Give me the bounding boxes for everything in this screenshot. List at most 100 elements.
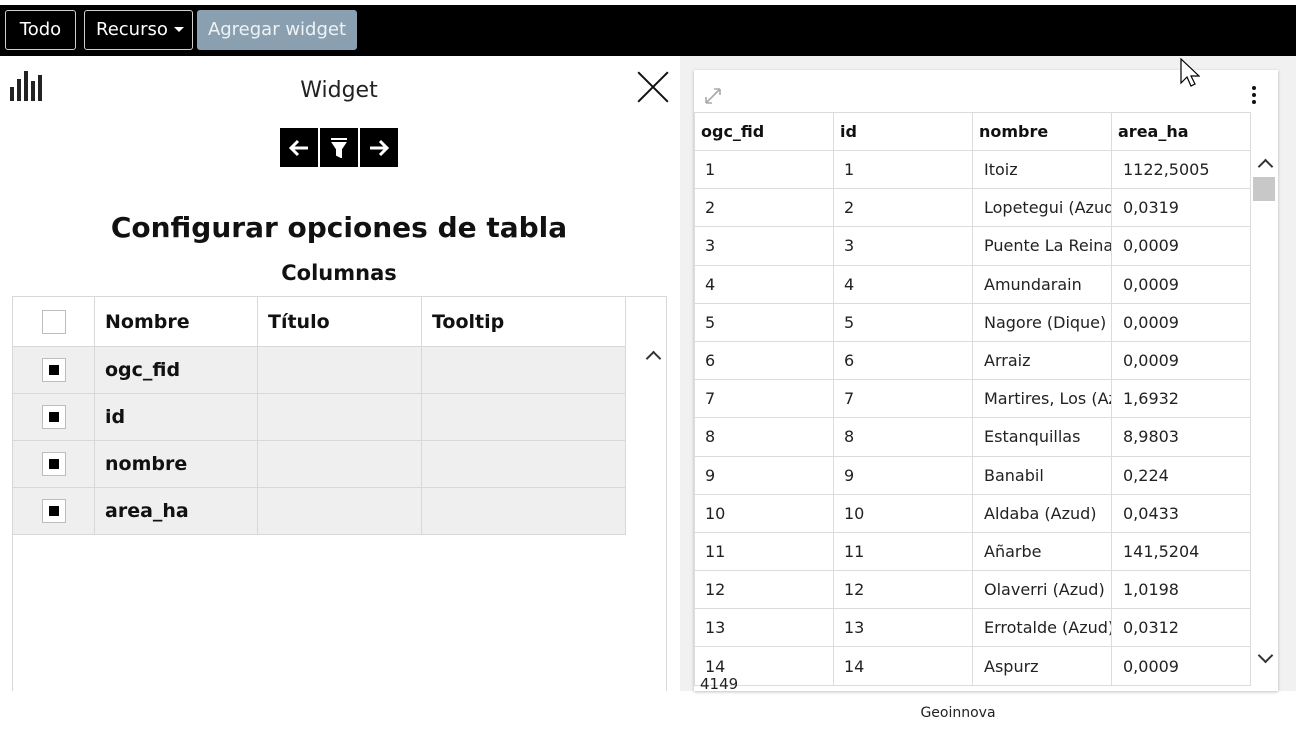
data-cell: 4 [833, 264, 973, 304]
table-row[interactable]: 13 13 Errotalde (Azud) 0,0312 [694, 608, 1251, 648]
footer-text: Geoinnova [920, 705, 996, 721]
data-cell: 6 [694, 340, 834, 381]
data-header-row: ogc_fid id nombre area_ha [694, 112, 1251, 151]
filter-icon [331, 137, 347, 158]
data-cell: 1,0198 [1111, 570, 1251, 610]
table-row: nombre [12, 440, 626, 488]
data-cell: Aspurz [972, 646, 1112, 686]
data-cell: 3 [694, 226, 834, 266]
scroll-down-icon[interactable] [1257, 647, 1274, 664]
table-row[interactable]: 77Martires, Los (Azud)1,6932 [694, 379, 1251, 419]
column-title-cell[interactable] [257, 440, 422, 488]
row-check-cell [12, 487, 95, 535]
preview-panel: ogc_fid id nombre area_ha 1 1 Itoiz 1122,50… [680, 56, 1296, 691]
data-cell: 0,224 [1111, 455, 1251, 495]
close-icon[interactable] [636, 70, 670, 104]
data-cell: 0,0312 [1111, 608, 1251, 648]
data-cell: 141,5204 [1111, 531, 1251, 572]
table-row[interactable]: 1 1 Itoiz 1122,5005 [694, 149, 1251, 190]
col-header-ogc-fid[interactable]: ogc_fid [694, 112, 834, 151]
data-cell: Olaverri (Azud) [972, 570, 1112, 610]
table-row: ogc_fid [12, 346, 626, 394]
table-row[interactable]: 11 11 Añarbe 141,5204 [694, 531, 1251, 572]
column-tooltip-cell[interactable] [421, 346, 626, 394]
table-row[interactable]: 2 2 Lopetegui (Azud) 0,0319 [694, 188, 1251, 228]
data-cell: 10 [694, 493, 834, 533]
column-checkbox[interactable] [41, 499, 66, 523]
data-cell: 0,0009 [1111, 340, 1251, 381]
data-cell: Nagore (Dique) [972, 302, 1112, 342]
col-header-id[interactable]: id [833, 112, 973, 151]
scrollbar-thumb[interactable] [1253, 177, 1275, 201]
data-cell: 10 [833, 493, 973, 533]
table-row: area_ha [12, 487, 626, 535]
data-cell: 2 [694, 188, 834, 228]
agregar-widget-button[interactable]: Agregar widget [197, 10, 357, 50]
table-row[interactable]: 4 4 Amundarain 0,0009 [694, 264, 1251, 304]
col-header-area-ha[interactable]: area_ha [1111, 112, 1251, 151]
table-row[interactable]: 3 3 Puente La Reina 0,0009 [694, 226, 1251, 266]
header-tooltip: Tooltip [421, 296, 626, 347]
column-title-cell[interactable] [257, 393, 422, 441]
data-cell: 6 [833, 340, 973, 381]
data-cell: 1 [694, 149, 834, 190]
record-count: 4149 [700, 675, 739, 691]
table-row[interactable]: 9 9 Banabil 0,224 [694, 455, 1251, 495]
expand-icon[interactable] [704, 87, 722, 105]
data-cell: 8 [694, 417, 834, 457]
column-tooltip-cell[interactable] [421, 393, 626, 441]
scroll-up-icon[interactable] [1257, 156, 1274, 175]
col-header-nombre[interactable]: nombre [972, 112, 1112, 151]
config-heading: Configurar opciones de tabla [110, 211, 568, 244]
column-name-cell: nombre [94, 440, 258, 488]
column-checkbox[interactable] [41, 358, 66, 382]
data-cell: 11 [694, 531, 834, 572]
scroll-up-icon[interactable] [645, 348, 662, 367]
data-cell: Aldaba (Azud) [972, 493, 1112, 533]
recurso-label: Recurso [96, 19, 168, 40]
data-cell: 0,0009 [1111, 646, 1251, 686]
table-row[interactable]: 5 5 Nagore (Dique) 0,0009 [694, 302, 1251, 342]
table-row: id [12, 393, 626, 441]
data-cell: 0,0009 [1111, 226, 1251, 266]
select-all-checkbox[interactable] [41, 309, 66, 334]
widget-config-panel: Widget Configurar opciones de tabla Colu… [0, 56, 680, 691]
recurso-dropdown-button[interactable]: Recurso [84, 10, 193, 50]
todo-button[interactable]: Todo [5, 10, 76, 50]
column-name-cell: ogc_fid [94, 346, 258, 394]
next-step-button[interactable] [360, 128, 398, 167]
panel-title: Widget [300, 78, 378, 103]
header-titulo: Título [257, 296, 422, 347]
data-cell: 3 [833, 226, 973, 266]
previous-step-button[interactable] [280, 128, 318, 167]
column-checkbox[interactable] [41, 452, 66, 476]
table-row[interactable]: 12 12 Olaverri (Azud) 1,0198 [694, 570, 1251, 610]
column-tooltip-cell[interactable] [421, 440, 626, 488]
column-checkbox[interactable] [41, 405, 66, 429]
data-cell: 9 [833, 455, 973, 495]
data-cell: 12 [694, 570, 834, 610]
data-cell: 0,0009 [1111, 302, 1251, 342]
data-cell: Martires, Los (Azud) [972, 379, 1112, 419]
table-row[interactable]: 6 6 Arraiz 0,0009 [694, 340, 1251, 381]
table-row[interactable]: 10 10 Aldaba (Azud) 0,0433 [694, 493, 1251, 533]
data-cell: 11 [833, 531, 973, 572]
data-cell: 1 [833, 149, 973, 190]
row-check-cell [12, 393, 95, 441]
data-cell: Puente La Reina [972, 226, 1112, 266]
data-cell: 0,0009 [1111, 264, 1251, 304]
more-options-icon[interactable] [1250, 86, 1258, 106]
row-check-cell [12, 440, 95, 488]
table-scrollbar[interactable] [1251, 150, 1278, 670]
column-name-cell: area_ha [94, 487, 258, 535]
filter-step-button[interactable] [320, 128, 358, 167]
data-cell: Lopetegui (Azud) [972, 188, 1112, 228]
table-row[interactable]: 14 14 Aspurz 0,0009 [694, 646, 1251, 686]
column-tooltip-cell[interactable] [421, 487, 626, 535]
arrow-left-icon [288, 139, 308, 156]
data-table: ogc_fid id nombre area_ha 1 1 Itoiz 1122,50… [694, 112, 1251, 686]
table-widget-card: ogc_fid id nombre area_ha 1 1 Itoiz 1122,50… [694, 70, 1278, 691]
column-title-cell[interactable] [257, 487, 422, 535]
table-row[interactable]: 8 8 Estanquillas 8,9803 [694, 417, 1251, 457]
column-title-cell[interactable] [257, 346, 422, 394]
